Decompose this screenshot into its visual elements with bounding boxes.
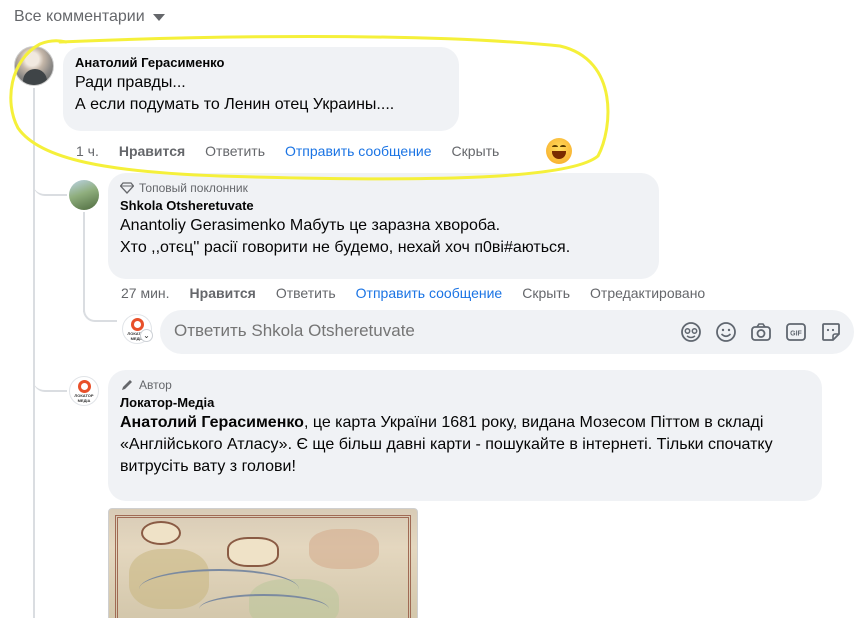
reply-line: Хто ,,отєц'' расії говорити не будемо, н… [120,239,571,256]
avatar[interactable]: ЛОКАТОР МЕДІА [69,376,99,406]
hide-button[interactable]: Скрыть [522,285,570,301]
send-message-button[interactable]: Отправить сообщение [356,285,503,301]
reply-input-box[interactable]: GIF [160,310,854,354]
comments-filter-label: Все комментарии [14,8,145,25]
badge-label: Топовый поклонник [139,181,248,195]
author-badge: Автор [120,378,810,392]
hide-button[interactable]: Скрыть [452,143,500,159]
avatar-text: ЛОКАТОР МЕДІА [74,392,94,403]
avatar[interactable] [14,46,54,86]
reply-tools: GIF [679,320,842,343]
comment-line: А если подумать то Ленин отец Украины...… [75,96,395,113]
top-fan-badge: Топовый поклонник [120,181,647,195]
diamond-icon [120,182,134,194]
thread-line-sub [83,212,85,312]
chevron-down-icon [152,13,165,21]
like-button[interactable]: Нравится [119,143,185,159]
sticker-icon[interactable] [819,320,842,343]
emoji-icon[interactable] [714,320,737,343]
reply-actions: 27 мин. Нравится Ответить Отправить сооб… [121,285,725,301]
svg-text:GIF: GIF [790,330,802,337]
pencil-icon [122,380,132,390]
comment-bubble: Анатолий Герасименко Ради правды... А ес… [63,47,459,131]
comment-time[interactable]: 1 ч. [76,143,99,159]
send-message-button[interactable]: Отправить сообщение [285,143,432,159]
reply-author[interactable]: Локатор-Медіа [120,395,810,410]
reply-input[interactable] [174,321,634,341]
sticker-avatar-icon[interactable] [679,320,702,343]
thread-elbow-reply-2 [33,372,67,392]
badge-label: Автор [139,378,172,392]
map-image[interactable] [108,508,418,618]
reply-button[interactable]: Ответить [276,285,336,301]
thread-line-main [33,88,35,618]
comments-filter-dropdown[interactable]: Все комментарии [14,8,165,26]
comment-actions: 1 ч. Нравится Ответить Отправить сообщен… [76,143,519,159]
edited-label[interactable]: Отредактировано [590,285,705,301]
chevron-down-icon[interactable]: ⌄ [141,330,152,341]
thread-elbow-reply-1 [33,176,67,196]
reply-bubble: Топовый поклонник Shkola Otsheretuvate A… [108,173,659,279]
comment-author[interactable]: Анатолий Герасименко [75,55,447,70]
thread-elbow-reply-input [83,300,117,322]
like-button[interactable]: Нравится [190,285,256,301]
reply-text: Анатолий Герасименко, це карта України 1… [120,412,810,478]
laughing-emoji-icon[interactable] [546,138,572,164]
reply-bubble: Автор Локатор-Медіа Анатолий Герасименко… [108,370,822,501]
reply-author[interactable]: Shkola Otsheretuvate [120,198,647,213]
avatar[interactable] [69,180,99,210]
reply-time[interactable]: 27 мин. [121,285,170,301]
camera-icon[interactable] [749,320,772,343]
gif-icon[interactable]: GIF [784,320,807,343]
reply-line: Anantoliy Gerasimenko Мабуть це заразна … [120,217,501,234]
mention-link[interactable]: Анатолий Герасименко [120,414,304,431]
reply-button[interactable]: Ответить [205,143,265,159]
comment-line: Ради правды... [75,74,186,91]
